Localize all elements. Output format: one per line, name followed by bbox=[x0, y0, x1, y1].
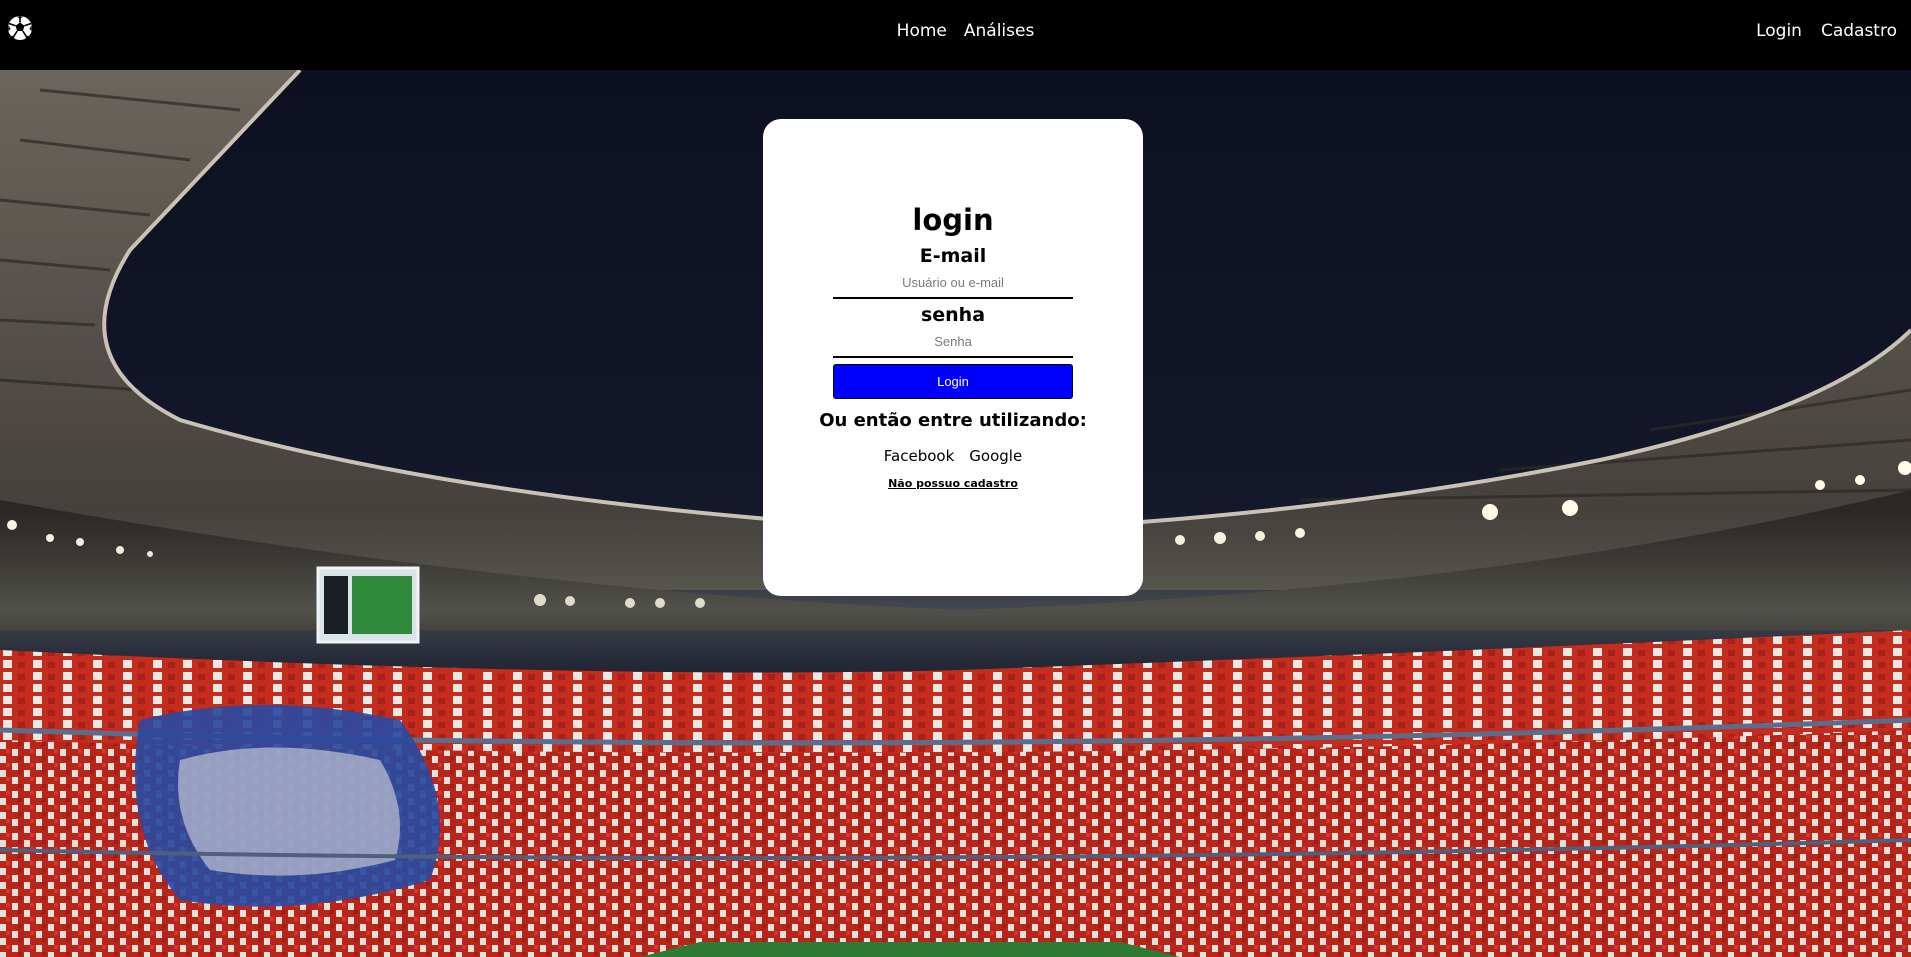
email-label: E-mail bbox=[919, 245, 987, 267]
nav-link-login[interactable]: Login bbox=[1756, 20, 1802, 42]
password-input[interactable] bbox=[833, 326, 1073, 358]
login-title: login bbox=[912, 203, 994, 237]
nav-link-analises[interactable]: Análises bbox=[964, 20, 1034, 42]
social-login-links: Facebook Google bbox=[884, 446, 1022, 466]
login-card: login E-mail senha Login Ou então entre … bbox=[763, 119, 1143, 596]
email-input[interactable] bbox=[833, 267, 1073, 299]
nav-center-links: Home Análises bbox=[0, 20, 1911, 42]
google-login-link[interactable]: Google bbox=[969, 446, 1022, 466]
top-navbar: Home Análises Login Cadastro bbox=[0, 0, 1911, 70]
no-account-signup-link[interactable]: Não possuo cadastro bbox=[888, 477, 1018, 490]
nav-link-cadastro[interactable]: Cadastro bbox=[1821, 20, 1897, 42]
nav-link-home[interactable]: Home bbox=[897, 20, 947, 42]
login-submit-button[interactable]: Login bbox=[833, 364, 1073, 399]
password-label: senha bbox=[920, 304, 986, 326]
alt-login-text: Ou então entre utilizando: bbox=[819, 410, 1087, 431]
facebook-login-link[interactable]: Facebook bbox=[884, 446, 954, 466]
nav-right-links: Login Cadastro bbox=[1756, 20, 1897, 42]
